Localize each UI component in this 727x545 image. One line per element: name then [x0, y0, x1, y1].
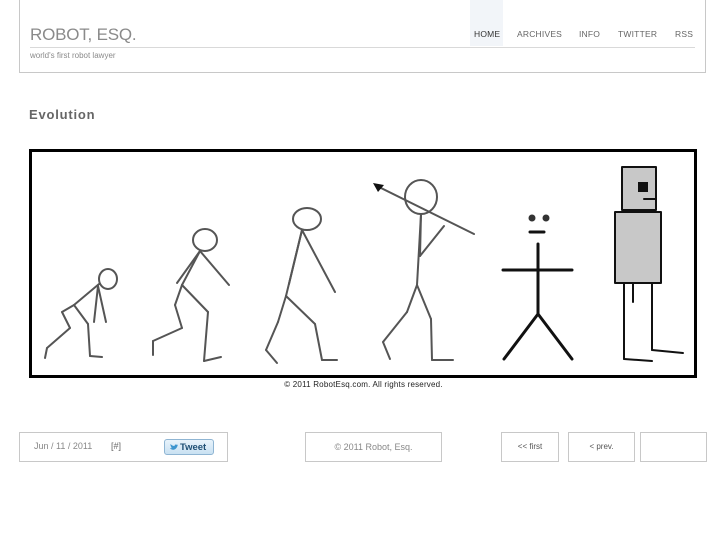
stickman-figure — [501, 230, 574, 361]
crawling-figure — [44, 268, 118, 359]
nav-archives[interactable]: ARCHIVES — [517, 29, 562, 39]
twitter-bird-icon — [170, 444, 178, 450]
stickman-eye-left — [528, 214, 536, 222]
permalink-link[interactable]: [#] — [111, 441, 121, 451]
robot-eye — [638, 182, 648, 192]
nav-info[interactable]: INFO — [579, 29, 600, 39]
robot-figure — [614, 166, 684, 362]
spear-tip — [373, 183, 384, 192]
post-title: Evolution — [29, 107, 96, 122]
post-date: Jun / 11 / 2011 — [34, 441, 93, 451]
footer-copyright: © 2011 Robot, Esq. — [305, 432, 442, 462]
hunched-figure — [152, 228, 230, 362]
walking-figure — [265, 207, 338, 364]
main-nav: HOME ARCHIVES INFO TWITTER RSS — [20, 0, 705, 47]
evolution-illustration — [44, 166, 684, 364]
first-comic-button[interactable]: << first — [501, 432, 559, 462]
post-meta-bar: Jun / 11 / 2011 [#] Tweet — [19, 432, 228, 462]
prev-comic-button[interactable]: < prev. — [568, 432, 635, 462]
nav-twitter[interactable]: TWITTER — [618, 29, 657, 39]
stickman-eye-right — [542, 214, 550, 222]
spear-figure — [376, 179, 475, 361]
nav-home[interactable]: HOME — [474, 29, 500, 39]
tweet-button[interactable]: Tweet — [164, 439, 214, 455]
empty-nav-button — [640, 432, 707, 462]
nav-rss[interactable]: RSS — [675, 29, 693, 39]
site-header: ROBOT, ESQ. HOME ARCHIVES INFO TWITTER R… — [19, 0, 706, 73]
comic-image — [29, 149, 697, 378]
tweet-label: Tweet — [180, 442, 207, 453]
site-tagline: world's first robot lawyer — [30, 51, 116, 60]
comic-caption: © 2011 RobotEsq.com. All rights reserved… — [284, 380, 443, 389]
header-divider — [30, 47, 695, 48]
